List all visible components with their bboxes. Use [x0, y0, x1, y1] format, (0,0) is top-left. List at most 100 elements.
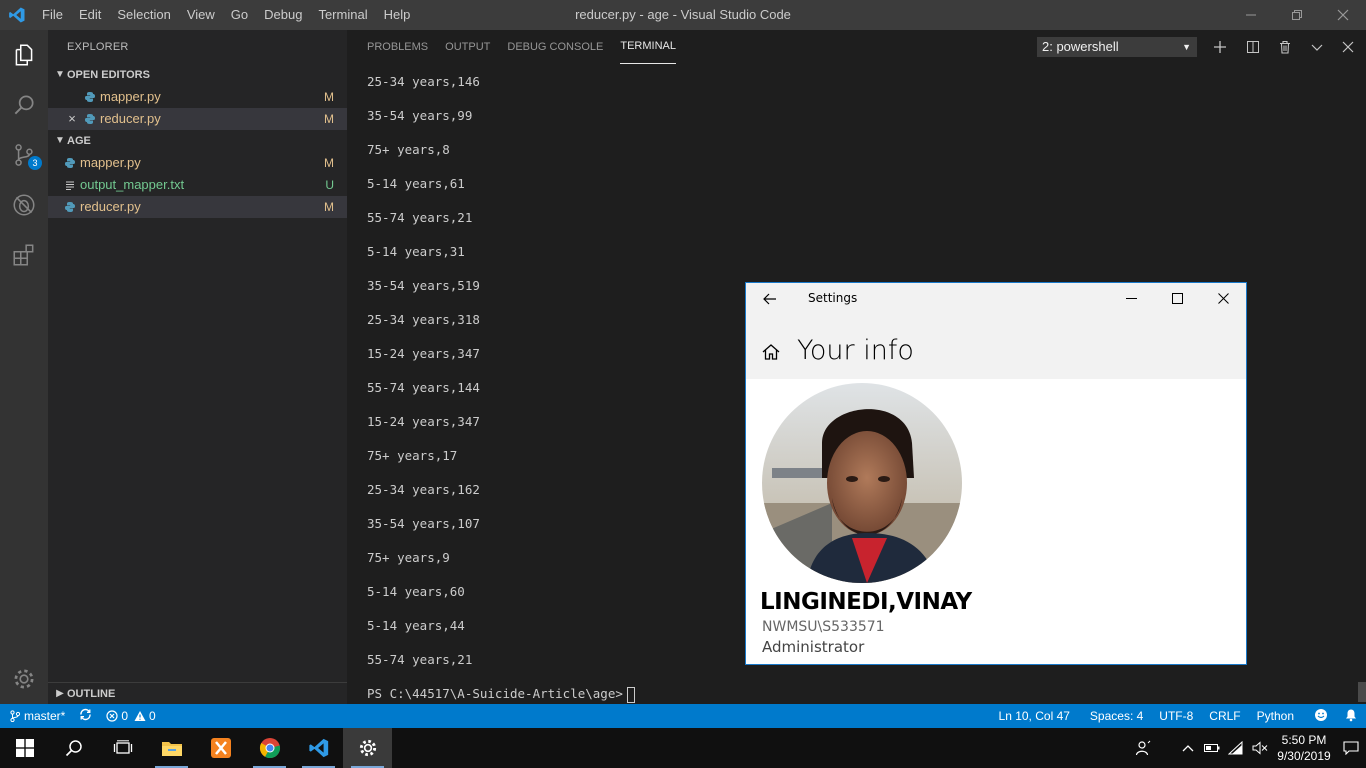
open-editors-header[interactable]: ▼ OPEN EDITORS — [48, 64, 347, 86]
terminal-select[interactable]: 2: powershell ▼ — [1037, 37, 1197, 57]
problems-status[interactable]: 0 0 — [106, 709, 156, 723]
minimize-icon[interactable] — [1228, 0, 1274, 30]
minimize-icon[interactable] — [1108, 283, 1154, 313]
people-icon[interactable] — [1128, 740, 1158, 756]
menu-selection[interactable]: Selection — [109, 0, 178, 30]
terminal-line: 25-34 years,318 — [367, 312, 480, 327]
restore-icon[interactable] — [1274, 0, 1320, 30]
python-file-icon — [62, 199, 78, 215]
error-icon — [106, 710, 118, 722]
python-file-icon — [82, 89, 98, 105]
file-item-selected[interactable]: reducer.py M — [48, 196, 347, 218]
terminal-prompt[interactable]: PS C:\44517\A-Suicide-Article\age> — [367, 684, 635, 704]
cursor-position[interactable]: Ln 10, Col 47 — [991, 709, 1082, 723]
open-editors-label: OPEN EDITORS — [67, 69, 150, 81]
debug-icon[interactable] — [0, 180, 48, 230]
home-icon[interactable] — [761, 343, 781, 364]
terminal-line: 25-34 years,146 — [367, 74, 480, 89]
sync-icon[interactable] — [79, 708, 92, 724]
volume-muted-icon[interactable] — [1248, 741, 1272, 755]
terminal-line: 35-54 years,107 — [367, 516, 480, 531]
menu-edit[interactable]: Edit — [71, 0, 109, 30]
feedback-smiley-icon[interactable] — [1306, 708, 1336, 725]
maximize-panel-icon[interactable] — [1307, 37, 1327, 57]
open-editor-item-active[interactable]: × reducer.py M — [48, 108, 347, 130]
user-account: NWMSU\S533571 — [762, 619, 885, 635]
open-editor-item[interactable]: mapper.py M — [48, 86, 347, 108]
file-item[interactable]: mapper.py M — [48, 152, 347, 174]
close-icon[interactable] — [1200, 283, 1246, 313]
encoding[interactable]: UTF-8 — [1151, 709, 1201, 723]
close-icon[interactable] — [1320, 0, 1366, 30]
gear-icon[interactable] — [0, 654, 48, 704]
battery-icon[interactable] — [1200, 743, 1224, 753]
terminal-scrollbar[interactable] — [1358, 682, 1366, 702]
branch-name: master* — [24, 709, 66, 723]
maximize-icon[interactable] — [1154, 283, 1200, 313]
tab-debug-console[interactable]: DEBUG CONSOLE — [507, 30, 603, 64]
terminal-line: 55-74 years,21 — [367, 652, 473, 667]
indentation[interactable]: Spaces: 4 — [1082, 709, 1151, 723]
folder-header[interactable]: ▼ AGE — [48, 130, 347, 152]
chrome-icon[interactable] — [245, 728, 294, 768]
xampp-icon[interactable] — [196, 728, 245, 768]
new-terminal-icon[interactable] — [1210, 37, 1230, 57]
scm-badge: 3 — [28, 156, 42, 170]
terminal-output[interactable]: 25-34 years,146 35-54 years,99 75+ years… — [367, 64, 480, 676]
file-name: mapper.py — [100, 89, 161, 104]
avatar — [762, 383, 962, 583]
menu-go[interactable]: Go — [223, 0, 256, 30]
git-status-badge: M — [324, 112, 334, 126]
settings-taskbar-icon[interactable] — [343, 728, 392, 768]
file-explorer-icon[interactable] — [147, 728, 196, 768]
file-name: output_mapper.txt — [80, 177, 185, 192]
task-view-icon[interactable] — [98, 728, 147, 768]
terminal-select-value: 2: powershell — [1042, 39, 1119, 54]
close-editor-icon[interactable]: × — [66, 108, 78, 130]
tab-problems[interactable]: PROBLEMS — [367, 30, 428, 64]
clock-time: 5:50 PM — [1281, 733, 1327, 747]
menu-debug[interactable]: Debug — [256, 0, 310, 30]
back-arrow-icon[interactable] — [760, 289, 780, 309]
error-count: 0 — [121, 709, 129, 723]
chevron-down-icon: ▼ — [55, 135, 65, 146]
window-controls — [1228, 0, 1366, 30]
notifications-icon[interactable] — [1336, 741, 1366, 755]
clock[interactable]: 5:50 PM 9/30/2019 — [1272, 732, 1336, 764]
vscode-taskbar-icon[interactable] — [294, 728, 343, 768]
windows-start-icon[interactable] — [0, 728, 49, 768]
wifi-icon[interactable] — [1224, 741, 1248, 755]
folder-label: AGE — [67, 135, 91, 147]
tab-output[interactable]: OUTPUT — [445, 30, 490, 64]
outline-header[interactable]: ▶ OUTLINE — [48, 682, 347, 704]
line-ending[interactable]: CRLF — [1201, 709, 1248, 723]
menu-help[interactable]: Help — [376, 0, 419, 30]
file-item[interactable]: output_mapper.txt U — [48, 174, 347, 196]
chevron-down-icon: ▼ — [55, 69, 65, 80]
git-status-badge: U — [325, 178, 334, 192]
source-control-icon[interactable]: 3 — [0, 130, 48, 180]
user-role: Administrator — [762, 638, 865, 656]
chevron-up-icon[interactable] — [1176, 744, 1200, 752]
page-title: Your info — [797, 335, 914, 366]
explorer-icon[interactable] — [0, 30, 48, 80]
taskbar: 5:50 PM 9/30/2019 — [0, 728, 1366, 768]
menu-terminal[interactable]: Terminal — [310, 0, 375, 30]
warning-icon — [134, 711, 146, 721]
menu-view[interactable]: View — [179, 0, 223, 30]
search-icon[interactable] — [0, 80, 48, 130]
language-mode[interactable]: Python — [1249, 709, 1306, 723]
split-terminal-icon[interactable] — [1243, 37, 1263, 57]
search-icon[interactable] — [49, 728, 98, 768]
terminal-line: 75+ years,9 — [367, 550, 450, 565]
tab-terminal[interactable]: TERMINAL — [620, 30, 676, 64]
close-panel-icon[interactable] — [1338, 37, 1358, 57]
file-name: mapper.py — [80, 155, 141, 170]
terminal-line: 35-54 years,519 — [367, 278, 480, 293]
trash-icon[interactable] — [1275, 37, 1295, 57]
user-name: LINGINEDI,VINAY — [760, 589, 972, 615]
bell-icon[interactable] — [1336, 708, 1366, 725]
menu-file[interactable]: File — [34, 0, 71, 30]
branch-status[interactable]: master* — [10, 709, 65, 723]
extensions-icon[interactable] — [0, 230, 48, 280]
